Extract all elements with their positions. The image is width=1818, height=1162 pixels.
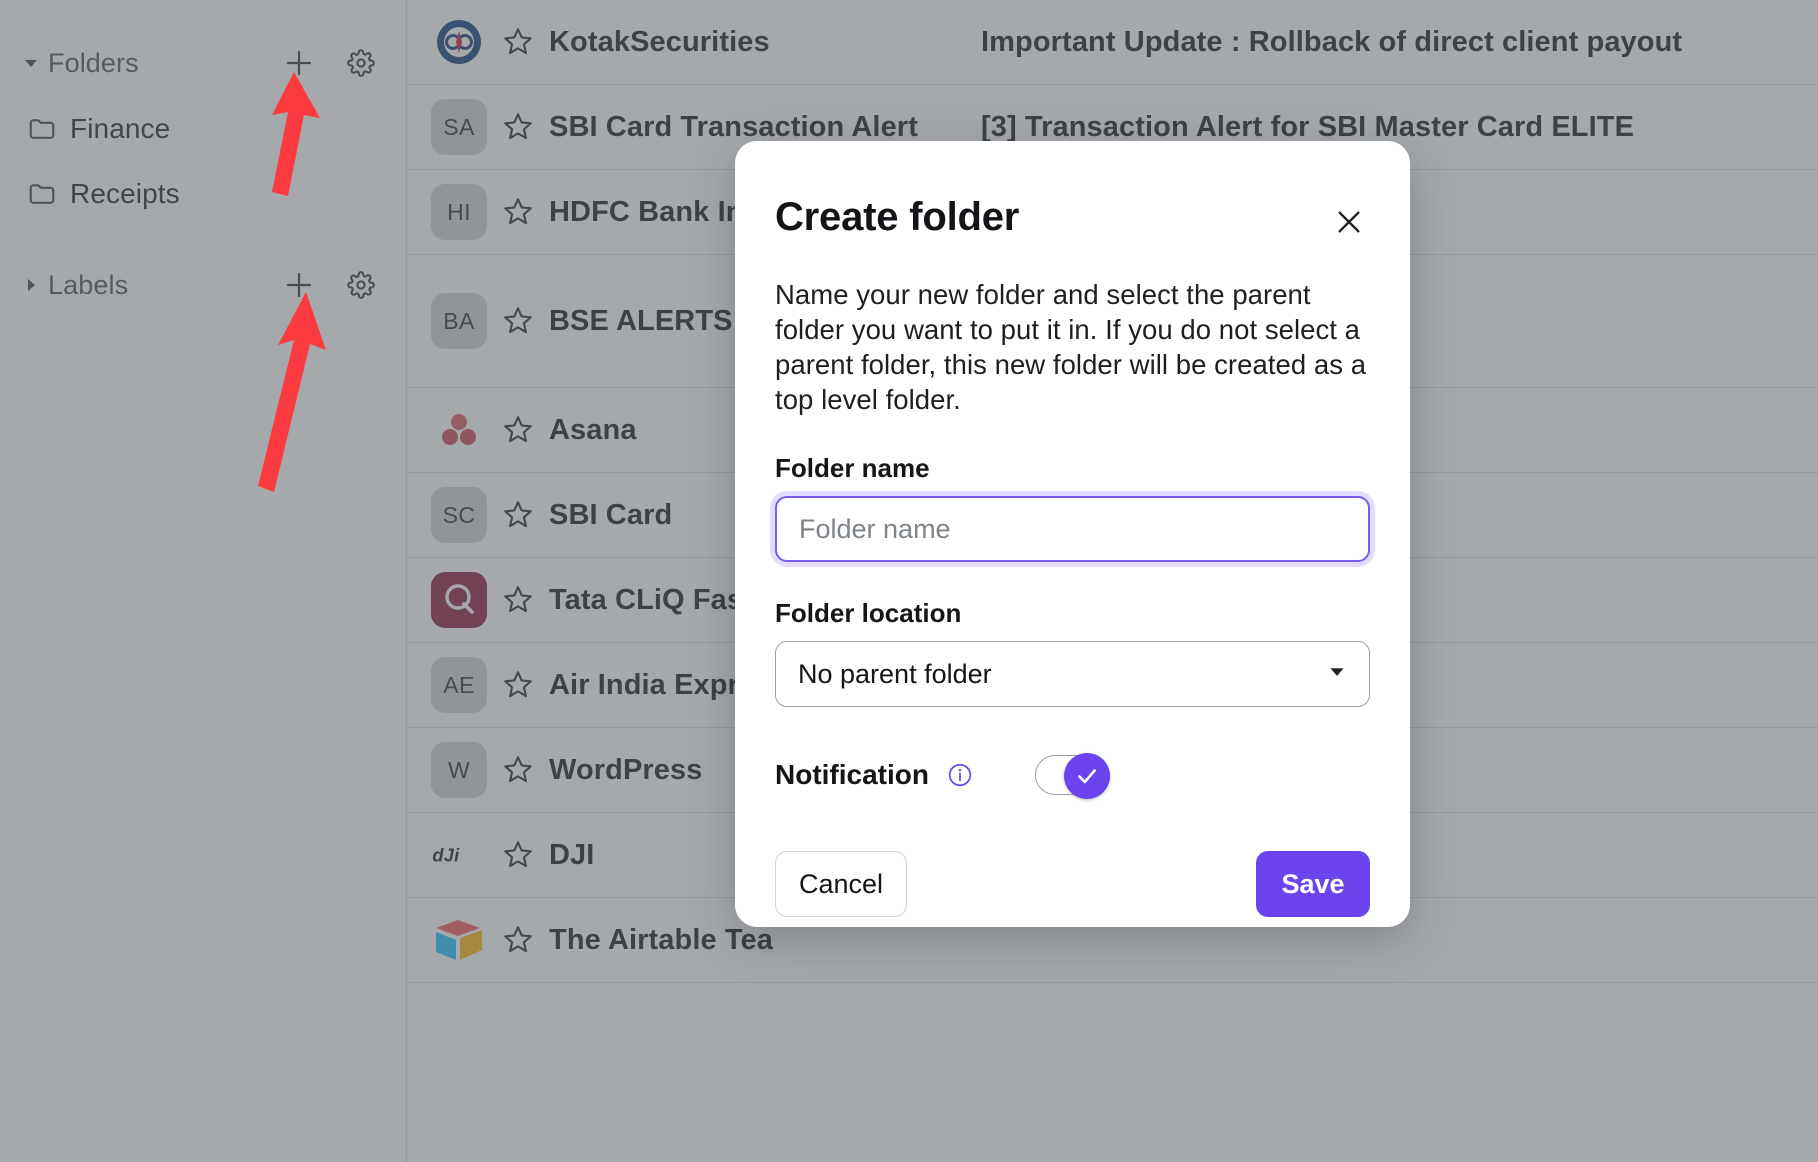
modal-description: Name your new folder and select the pare…: [775, 277, 1370, 417]
folder-location-selected-value: No parent folder: [798, 659, 992, 690]
check-icon: [1064, 753, 1110, 799]
create-folder-modal: Create folder Name your new folder and s…: [735, 141, 1410, 927]
save-button[interactable]: Save: [1256, 851, 1370, 917]
notification-label: Notification: [775, 759, 929, 791]
page-title: Create folder: [775, 195, 1019, 240]
folder-location-label: Folder location: [775, 598, 1370, 629]
folder-name-input[interactable]: [775, 496, 1370, 562]
info-icon[interactable]: [947, 762, 973, 788]
notification-toggle[interactable]: [1035, 755, 1107, 795]
notification-row: Notification: [775, 755, 1370, 795]
close-icon[interactable]: [1328, 201, 1370, 243]
cancel-button[interactable]: Cancel: [775, 851, 907, 917]
folder-location-select-wrap: No parent folder: [775, 641, 1370, 707]
modal-header: Create folder: [775, 195, 1370, 243]
folder-name-label: Folder name: [775, 453, 1370, 484]
folder-location-select[interactable]: No parent folder: [775, 641, 1370, 707]
modal-actions: Cancel Save: [775, 851, 1370, 917]
